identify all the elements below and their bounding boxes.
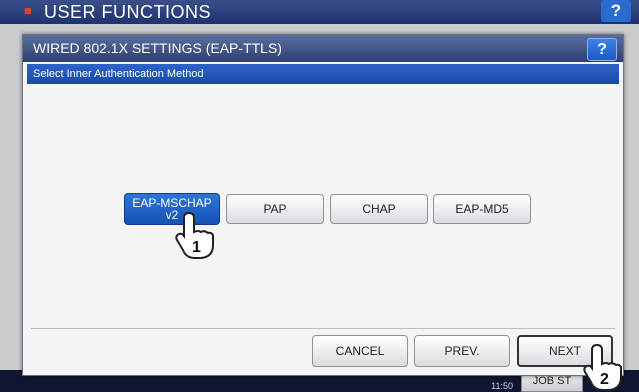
hand-pointer-icon-step-1: 1 [175,212,214,259]
user-functions-bar: ■ USER FUNCTIONS ? [0,0,639,24]
cancel-button[interactable]: CANCEL [312,335,408,367]
help-button[interactable]: ? [587,38,617,61]
footer-divider [31,328,615,329]
method-eap-md5-button[interactable]: EAP-MD5 [433,194,531,224]
hand-pointer-icon-step-2: 2 [583,344,622,391]
dialog-title-bar: WIRED 802.1X SETTINGS (EAP-TTLS) ? [23,35,623,62]
subheading-bar: Select Inner Authentication Method [27,64,619,84]
step-1-number: 1 [192,239,201,256]
subheading-text: Select Inner Authentication Method [33,68,204,80]
prev-button[interactable]: PREV. [414,335,510,367]
step-2-number: 2 [600,371,609,388]
method-chap-button[interactable]: CHAP [330,194,428,224]
user-functions-title: USER FUNCTIONS [44,2,212,22]
help-button-background[interactable]: ? [601,0,631,22]
method-pap-button[interactable]: PAP [226,194,324,224]
user-icon: ■ [24,3,32,18]
dialog-title: WIRED 802.1X SETTINGS (EAP-TTLS) [33,40,282,56]
wired-8021x-dialog: WIRED 802.1X SETTINGS (EAP-TTLS) ? Selec… [22,34,624,376]
clock: 11:50 [491,381,513,391]
